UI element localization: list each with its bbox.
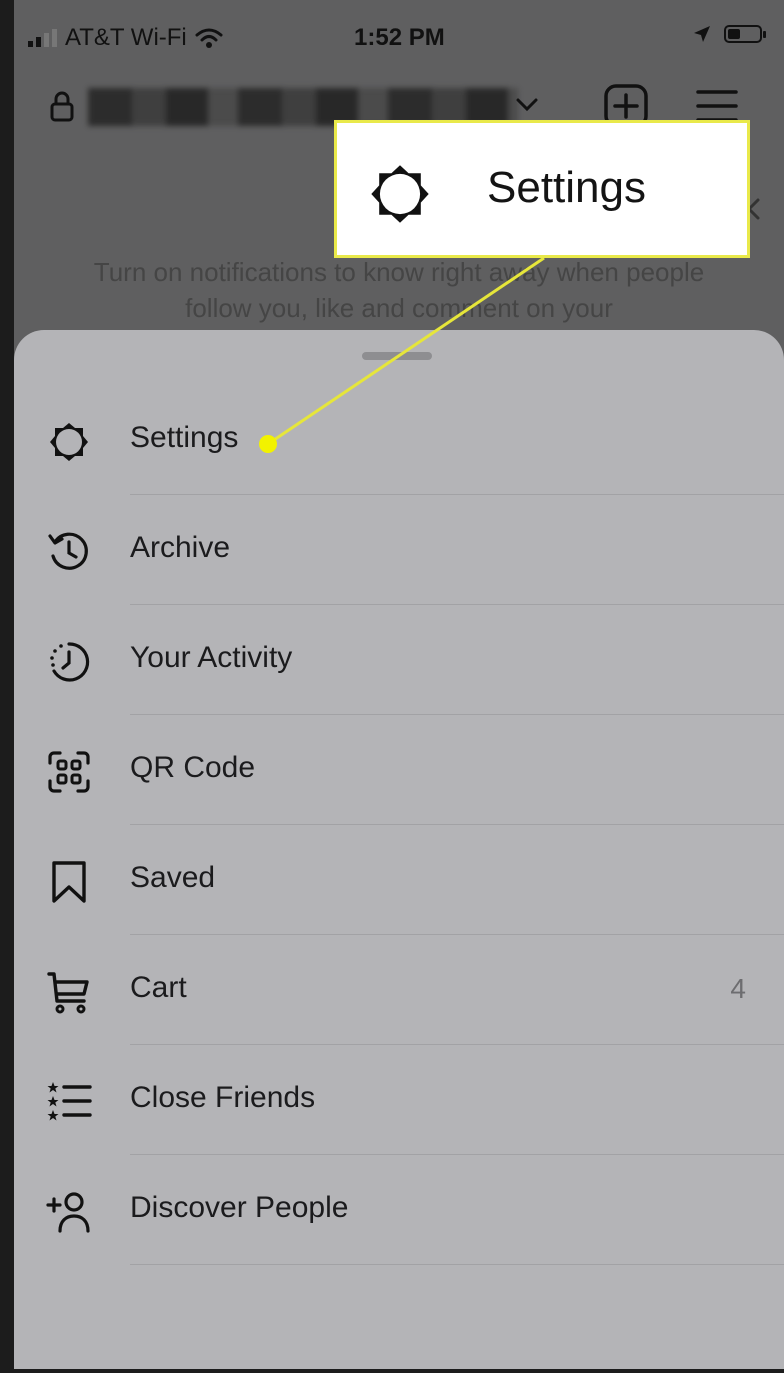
close-friends-list-icon <box>47 1082 92 1121</box>
menu-item-label: Discover People <box>130 1191 349 1224</box>
menu-item-label: Your Activity <box>130 641 293 674</box>
cart-count-badge: 4 <box>730 973 746 1004</box>
menu-item-label: QR Code <box>130 751 256 784</box>
menu-item-your-activity[interactable]: Your Activity <box>14 605 784 715</box>
menu-item-settings[interactable]: Settings <box>14 385 784 495</box>
menu-item-saved[interactable]: Saved <box>14 825 784 935</box>
menu-item-label: Settings <box>130 421 239 454</box>
settings-callout: Settings <box>334 120 750 258</box>
menu-item-label: Close Friends <box>130 1081 316 1114</box>
activity-clock-icon <box>50 642 90 682</box>
lock-icon <box>50 91 74 122</box>
menu-item-label: Saved <box>130 861 216 894</box>
carrier-name: AT&T Wi-Fi <box>65 24 187 51</box>
menu-item-label: Cart <box>130 971 187 1004</box>
settings-gear-icon <box>50 423 88 461</box>
menu-item-qr-code[interactable]: QR Code <box>14 715 784 825</box>
menu-list: Settings Archive Your Activity QR Code S… <box>14 385 784 1265</box>
notification-body: Turn on notifications to know right away… <box>93 257 705 323</box>
cart-icon <box>47 972 89 1014</box>
menu-sheet: Settings Archive Your Activity QR Code S… <box>14 330 784 1373</box>
chevron-down-icon[interactable] <box>514 92 540 118</box>
battery-icon <box>724 25 766 43</box>
signal-icon <box>28 29 57 47</box>
divider <box>130 1264 784 1265</box>
status-right <box>692 24 766 44</box>
menu-item-close-friends[interactable]: Close Friends <box>14 1045 784 1155</box>
callout-label: Settings <box>487 163 646 212</box>
status-time: 1:52 PM <box>354 24 445 51</box>
battery-level <box>728 29 740 39</box>
menu-item-discover-people[interactable]: Discover People <box>14 1155 784 1265</box>
frame-bottom <box>0 1369 784 1373</box>
archive-history-icon <box>48 532 88 570</box>
sheet-grabber[interactable] <box>362 352 432 360</box>
wifi-icon <box>195 28 223 48</box>
menu-item-cart[interactable]: Cart 4 <box>14 935 784 1045</box>
status-bar: AT&T Wi-Fi 1:52 PM <box>14 0 784 74</box>
add-person-icon <box>46 1192 90 1233</box>
menu-item-label: Archive <box>130 531 231 564</box>
carrier-info: AT&T Wi-Fi <box>28 24 223 52</box>
qr-code-icon <box>48 751 90 793</box>
menu-item-archive[interactable]: Archive <box>14 495 784 605</box>
phone-screen: AT&T Wi-Fi 1:52 PM Turn on notifications… <box>14 0 784 1373</box>
settings-gear-icon <box>371 165 429 223</box>
location-arrow-icon <box>694 26 710 42</box>
bookmark-icon <box>52 861 86 903</box>
